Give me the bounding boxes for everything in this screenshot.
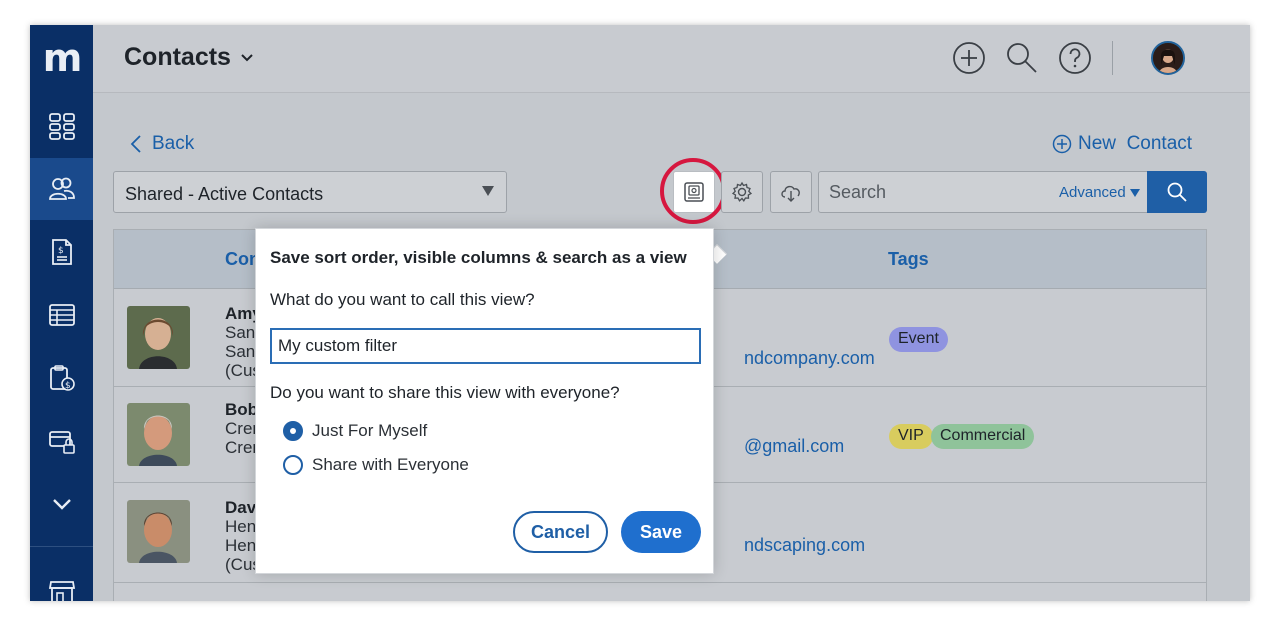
sidebar-item-lists[interactable] [30,284,93,346]
sidebar: m $ $ [30,25,93,601]
contacts-icon [48,177,75,200]
help-icon[interactable] [1058,41,1092,75]
sidebar-more-button[interactable] [30,473,93,535]
contact-name[interactable]: Dav [225,498,256,518]
sidebar-divider [30,546,93,547]
new-contact-link[interactable]: New Contact [1052,133,1192,155]
contact-photo [127,403,190,466]
user-photo [1153,43,1183,73]
radio-checked[interactable] [283,421,303,441]
search-button[interactable] [1147,171,1207,213]
sidebar-item-dashboard[interactable] [30,95,93,157]
chevron-down-icon[interactable] [240,51,254,65]
svg-text:$: $ [58,246,64,256]
invoice-icon: $ [51,239,72,265]
sidebar-item-billing[interactable]: $ [30,347,93,409]
add-circle-icon[interactable] [952,41,986,75]
store-icon [48,581,75,601]
option-label: Share with Everyone [312,455,469,474]
page-title[interactable]: Contacts [124,43,231,72]
search-input[interactable] [829,180,1049,204]
save-button[interactable]: Save [621,511,701,553]
option-label: Just For Myself [312,421,428,440]
view-select[interactable]: Shared - Active Contacts [113,171,507,213]
contact-email[interactable]: ndscaping.com [744,535,865,556]
tag-badge[interactable]: Commercial [931,424,1035,449]
chevron-down-icon [52,499,71,510]
contact-line: Hen [225,536,257,555]
back-label: Back [152,133,195,154]
new-contact-label: New Contact [1078,133,1193,154]
svg-text:$: $ [65,381,71,391]
contact-photo [127,500,190,563]
cancel-button[interactable]: Cancel [513,511,608,553]
contact-name[interactable]: Bob [225,400,258,420]
view-select-value: Shared - Active Contacts [125,184,324,204]
sidebar-item-store[interactable] [30,560,93,601]
app-logo[interactable]: m [30,25,93,91]
view-name-input[interactable] [270,328,701,364]
search-icon[interactable] [1005,41,1039,75]
list-icon [48,304,75,326]
dropdown-caret-icon [482,186,494,196]
tag-badge[interactable]: VIP [889,424,933,449]
sidebar-item-invoices[interactable]: $ [30,221,93,283]
settings-button[interactable] [721,171,763,213]
radio-unchecked[interactable] [283,455,303,475]
advanced-label: Advanced [1059,184,1126,201]
chevron-left-icon [130,135,141,153]
dialog-title: Save sort order, visible columns & searc… [270,248,687,267]
caret-down-icon [1129,188,1140,197]
sidebar-item-payments[interactable] [30,410,93,472]
search-icon [1167,182,1187,202]
search-box: Advanced [818,171,1148,213]
contact-email[interactable]: ndcompany.com [744,348,875,369]
dashboard-icon [48,113,75,140]
back-link[interactable]: Back [130,133,194,155]
gear-icon [731,181,753,202]
header-divider [1112,41,1113,75]
contact-email[interactable]: @gmail.com [744,436,844,457]
column-header-tags[interactable]: Tags [888,249,929,270]
app-window: m $ $ Contacts Back New Contact Shared -… [30,25,1250,601]
billing-icon: $ [49,365,75,391]
download-button[interactable] [770,171,812,213]
cloud-download-icon [781,185,800,202]
tag-badge[interactable]: Event [889,327,948,352]
sidebar-item-contacts[interactable] [30,158,93,220]
add-circle-icon [1052,134,1072,154]
contact-photo [127,306,190,369]
contact-line: Hen [225,517,257,536]
view-name-question: What do you want to call this view? [270,290,535,309]
save-view-dialog: Save sort order, visible columns & searc… [255,228,714,574]
advanced-search-toggle[interactable]: Advanced [1059,184,1141,201]
lock-card-icon [48,431,75,454]
option-just-for-myself[interactable]: Just For Myself [283,421,427,441]
avatar[interactable] [1151,41,1185,75]
highlight-ring [660,158,726,224]
option-share-with-everyone[interactable]: Share with Everyone [283,455,469,475]
share-question: Do you want to share this view with ever… [270,383,620,402]
top-header: Contacts [93,25,1250,93]
